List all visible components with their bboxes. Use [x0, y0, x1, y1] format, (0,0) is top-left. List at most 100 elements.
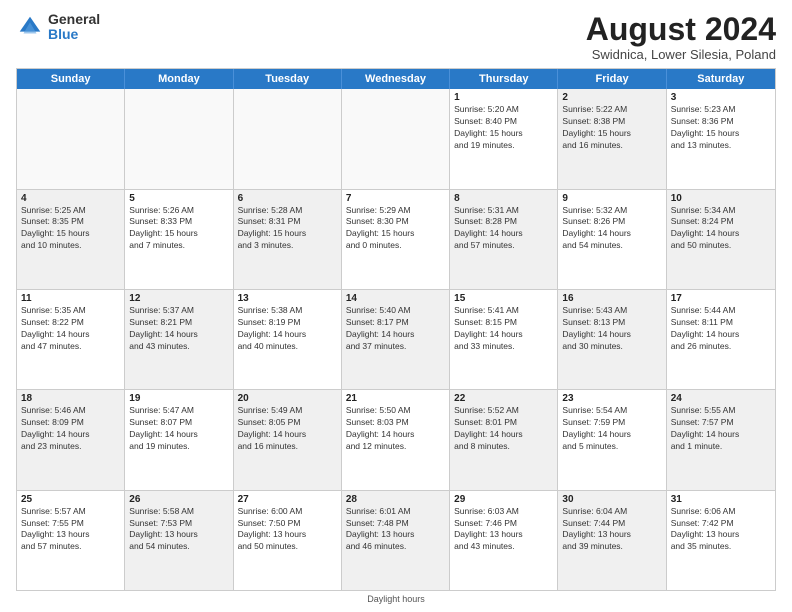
day-number: 25 [21, 494, 120, 505]
day-info: Sunrise: 5:26 AM Sunset: 8:33 PM Dayligh… [129, 205, 228, 253]
page: General Blue August 2024 Swidnica, Lower… [0, 0, 792, 612]
day-number: 2 [562, 92, 661, 103]
calendar-row-0: 1Sunrise: 5:20 AM Sunset: 8:40 PM Daylig… [17, 89, 775, 189]
day-number: 5 [129, 193, 228, 204]
day-cell-17: 17Sunrise: 5:44 AM Sunset: 8:11 PM Dayli… [667, 290, 775, 389]
day-cell-20: 20Sunrise: 5:49 AM Sunset: 8:05 PM Dayli… [234, 390, 342, 489]
day-cell-22: 22Sunrise: 5:52 AM Sunset: 8:01 PM Dayli… [450, 390, 558, 489]
day-info: Sunrise: 5:29 AM Sunset: 8:30 PM Dayligh… [346, 205, 445, 253]
day-info: Sunrise: 5:46 AM Sunset: 8:09 PM Dayligh… [21, 405, 120, 453]
day-info: Sunrise: 5:41 AM Sunset: 8:15 PM Dayligh… [454, 305, 553, 353]
day-info: Sunrise: 5:37 AM Sunset: 8:21 PM Dayligh… [129, 305, 228, 353]
day-number: 3 [671, 92, 771, 103]
footer-note: Daylight hours [16, 594, 776, 604]
day-cell-13: 13Sunrise: 5:38 AM Sunset: 8:19 PM Dayli… [234, 290, 342, 389]
day-number: 30 [562, 494, 661, 505]
day-info: Sunrise: 5:58 AM Sunset: 7:53 PM Dayligh… [129, 506, 228, 554]
day-cell-2: 2Sunrise: 5:22 AM Sunset: 8:38 PM Daylig… [558, 89, 666, 188]
day-number: 11 [21, 293, 120, 304]
month-title: August 2024 [586, 12, 776, 47]
day-number: 9 [562, 193, 661, 204]
day-number: 31 [671, 494, 771, 505]
day-info: Sunrise: 6:04 AM Sunset: 7:44 PM Dayligh… [562, 506, 661, 554]
day-cell-26: 26Sunrise: 5:58 AM Sunset: 7:53 PM Dayli… [125, 491, 233, 590]
day-info: Sunrise: 5:57 AM Sunset: 7:55 PM Dayligh… [21, 506, 120, 554]
day-info: Sunrise: 5:23 AM Sunset: 8:36 PM Dayligh… [671, 104, 771, 152]
day-number: 21 [346, 393, 445, 404]
day-number: 19 [129, 393, 228, 404]
day-cell-16: 16Sunrise: 5:43 AM Sunset: 8:13 PM Dayli… [558, 290, 666, 389]
day-info: Sunrise: 5:52 AM Sunset: 8:01 PM Dayligh… [454, 405, 553, 453]
day-number: 7 [346, 193, 445, 204]
day-cell-31: 31Sunrise: 6:06 AM Sunset: 7:42 PM Dayli… [667, 491, 775, 590]
day-info: Sunrise: 6:06 AM Sunset: 7:42 PM Dayligh… [671, 506, 771, 554]
day-info: Sunrise: 5:55 AM Sunset: 7:57 PM Dayligh… [671, 405, 771, 453]
day-cell-8: 8Sunrise: 5:31 AM Sunset: 8:28 PM Daylig… [450, 190, 558, 289]
day-info: Sunrise: 5:47 AM Sunset: 8:07 PM Dayligh… [129, 405, 228, 453]
day-cell-27: 27Sunrise: 6:00 AM Sunset: 7:50 PM Dayli… [234, 491, 342, 590]
day-cell-11: 11Sunrise: 5:35 AM Sunset: 8:22 PM Dayli… [17, 290, 125, 389]
day-number: 4 [21, 193, 120, 204]
day-number: 27 [238, 494, 337, 505]
day-cell-3: 3Sunrise: 5:23 AM Sunset: 8:36 PM Daylig… [667, 89, 775, 188]
day-cell-18: 18Sunrise: 5:46 AM Sunset: 8:09 PM Dayli… [17, 390, 125, 489]
empty-cell [17, 89, 125, 188]
title-block: August 2024 Swidnica, Lower Silesia, Pol… [586, 12, 776, 62]
day-info: Sunrise: 5:34 AM Sunset: 8:24 PM Dayligh… [671, 205, 771, 253]
empty-cell [342, 89, 450, 188]
calendar-header-row: SundayMondayTuesdayWednesdayThursdayFrid… [17, 69, 775, 89]
day-cell-25: 25Sunrise: 5:57 AM Sunset: 7:55 PM Dayli… [17, 491, 125, 590]
day-number: 26 [129, 494, 228, 505]
calendar-row-2: 11Sunrise: 5:35 AM Sunset: 8:22 PM Dayli… [17, 290, 775, 390]
day-number: 14 [346, 293, 445, 304]
day-info: Sunrise: 5:54 AM Sunset: 7:59 PM Dayligh… [562, 405, 661, 453]
day-info: Sunrise: 6:00 AM Sunset: 7:50 PM Dayligh… [238, 506, 337, 554]
day-cell-24: 24Sunrise: 5:55 AM Sunset: 7:57 PM Dayli… [667, 390, 775, 489]
empty-cell [125, 89, 233, 188]
day-number: 1 [454, 92, 553, 103]
day-info: Sunrise: 5:38 AM Sunset: 8:19 PM Dayligh… [238, 305, 337, 353]
day-info: Sunrise: 6:03 AM Sunset: 7:46 PM Dayligh… [454, 506, 553, 554]
calendar-row-4: 25Sunrise: 5:57 AM Sunset: 7:55 PM Dayli… [17, 491, 775, 590]
day-cell-1: 1Sunrise: 5:20 AM Sunset: 8:40 PM Daylig… [450, 89, 558, 188]
day-header-sunday: Sunday [17, 69, 125, 89]
day-number: 18 [21, 393, 120, 404]
day-cell-15: 15Sunrise: 5:41 AM Sunset: 8:15 PM Dayli… [450, 290, 558, 389]
day-number: 17 [671, 293, 771, 304]
day-info: Sunrise: 6:01 AM Sunset: 7:48 PM Dayligh… [346, 506, 445, 554]
day-info: Sunrise: 5:40 AM Sunset: 8:17 PM Dayligh… [346, 305, 445, 353]
day-cell-9: 9Sunrise: 5:32 AM Sunset: 8:26 PM Daylig… [558, 190, 666, 289]
day-info: Sunrise: 5:49 AM Sunset: 8:05 PM Dayligh… [238, 405, 337, 453]
calendar-row-3: 18Sunrise: 5:46 AM Sunset: 8:09 PM Dayli… [17, 390, 775, 490]
day-info: Sunrise: 5:44 AM Sunset: 8:11 PM Dayligh… [671, 305, 771, 353]
day-number: 28 [346, 494, 445, 505]
day-cell-19: 19Sunrise: 5:47 AM Sunset: 8:07 PM Dayli… [125, 390, 233, 489]
calendar-row-1: 4Sunrise: 5:25 AM Sunset: 8:35 PM Daylig… [17, 190, 775, 290]
day-number: 8 [454, 193, 553, 204]
day-cell-30: 30Sunrise: 6:04 AM Sunset: 7:44 PM Dayli… [558, 491, 666, 590]
day-number: 16 [562, 293, 661, 304]
day-number: 13 [238, 293, 337, 304]
calendar: SundayMondayTuesdayWednesdayThursdayFrid… [16, 68, 776, 591]
location-subtitle: Swidnica, Lower Silesia, Poland [586, 47, 776, 62]
day-info: Sunrise: 5:50 AM Sunset: 8:03 PM Dayligh… [346, 405, 445, 453]
day-cell-7: 7Sunrise: 5:29 AM Sunset: 8:30 PM Daylig… [342, 190, 450, 289]
day-number: 29 [454, 494, 553, 505]
day-info: Sunrise: 5:32 AM Sunset: 8:26 PM Dayligh… [562, 205, 661, 253]
day-cell-28: 28Sunrise: 6:01 AM Sunset: 7:48 PM Dayli… [342, 491, 450, 590]
day-cell-29: 29Sunrise: 6:03 AM Sunset: 7:46 PM Dayli… [450, 491, 558, 590]
day-number: 20 [238, 393, 337, 404]
empty-cell [234, 89, 342, 188]
day-number: 6 [238, 193, 337, 204]
day-cell-14: 14Sunrise: 5:40 AM Sunset: 8:17 PM Dayli… [342, 290, 450, 389]
logo: General Blue [16, 12, 100, 43]
day-number: 23 [562, 393, 661, 404]
day-info: Sunrise: 5:43 AM Sunset: 8:13 PM Dayligh… [562, 305, 661, 353]
day-number: 24 [671, 393, 771, 404]
day-number: 10 [671, 193, 771, 204]
logo-text: General Blue [48, 12, 100, 43]
day-header-monday: Monday [125, 69, 233, 89]
day-header-tuesday: Tuesday [234, 69, 342, 89]
day-cell-12: 12Sunrise: 5:37 AM Sunset: 8:21 PM Dayli… [125, 290, 233, 389]
day-cell-10: 10Sunrise: 5:34 AM Sunset: 8:24 PM Dayli… [667, 190, 775, 289]
